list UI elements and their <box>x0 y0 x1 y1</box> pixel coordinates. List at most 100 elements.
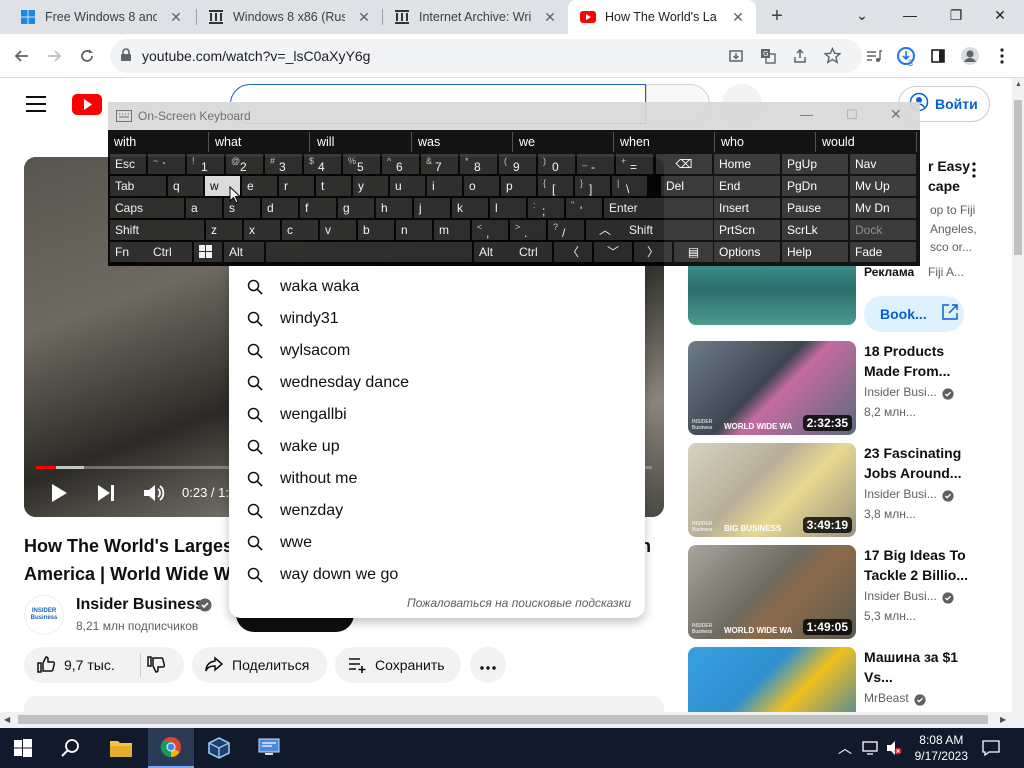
video-title[interactable]: 18 Products Made From... <box>864 341 974 381</box>
osk-key-g[interactable]: g <box>338 198 374 218</box>
osk-key-j[interactable]: j <box>414 198 450 218</box>
bookmark-star-icon[interactable] <box>823 46 842 69</box>
ad-book-button[interactable]: Book... <box>864 296 964 332</box>
osk-key-nav-0-2[interactable]: Nav <box>850 154 916 174</box>
browser-menu-kebab-icon[interactable] <box>990 44 1014 68</box>
channel-avatar[interactable]: INSIDER Business <box>24 595 64 635</box>
file-explorer-icon[interactable] <box>98 728 144 768</box>
osk-key-row1-5[interactable]: % 5 <box>343 154 380 174</box>
osk-key-row4-9[interactable]: ? / <box>548 220 584 240</box>
osk-key-nav-0-1[interactable]: PgUp <box>782 154 848 174</box>
osk-key-d[interactable]: d <box>262 198 298 218</box>
suggestion-item[interactable]: wednesday dance <box>229 367 645 399</box>
osk-key-i[interactable]: i <box>427 176 462 196</box>
osk-key-backspace[interactable]: ⌫ <box>656 154 712 174</box>
osk-key-ctrl-left[interactable]: Ctrl <box>148 242 192 262</box>
osk-key-del[interactable]: Del <box>661 176 713 196</box>
osk-key-row2-10[interactable]: {[ <box>538 176 573 196</box>
video-thumbnail[interactable] <box>688 647 856 712</box>
next-video-icon[interactable] <box>97 484 115 507</box>
osk-key-b[interactable]: b <box>358 220 394 240</box>
recommended-video-2[interactable]: BIG BUSINESS INSIDER Business 3:49:19 23… <box>688 443 1008 539</box>
osk-key-a[interactable]: a <box>186 198 222 218</box>
osk-key-right-arrow[interactable]: 〉 <box>634 242 672 262</box>
recommended-video-4[interactable]: Машина за $1 Vs... MrBeast <box>688 647 1008 712</box>
osk-key-row1-12[interactable]: + = <box>616 154 653 174</box>
osk-key-nav-3-2[interactable]: Dock <box>850 220 916 240</box>
close-window-icon[interactable]: ✕ <box>986 4 1014 26</box>
osk-prediction-3[interactable]: will <box>311 132 412 152</box>
start-button[interactable] <box>0 728 46 768</box>
close-tab-icon[interactable]: ✕ <box>542 9 558 25</box>
osk-key-nav-4-1[interactable]: Help <box>782 242 848 262</box>
osk-key-o[interactable]: o <box>464 176 499 196</box>
osk-key-row3-9[interactable]: :; <box>528 198 564 218</box>
osk-key-shift-right[interactable]: Shift <box>624 220 713 240</box>
suggestion-item[interactable]: way down we go <box>229 559 645 591</box>
osk-key-t[interactable]: t <box>316 176 351 196</box>
osk-key-z[interactable]: z <box>206 220 242 240</box>
channel-name[interactable]: Insider Business <box>76 596 204 614</box>
tray-chevron-icon[interactable]: ︿ <box>838 738 852 758</box>
suggestion-item[interactable]: wake up <box>229 431 645 463</box>
osk-key-n[interactable]: n <box>396 220 432 240</box>
osk-key-row1-1[interactable]: ! 1 <box>187 154 224 174</box>
osk-prediction-6[interactable]: when <box>614 132 715 152</box>
osk-key-row1-3[interactable]: #3 <box>265 154 302 174</box>
osk-key-nav-2-1[interactable]: Pause <box>782 198 848 218</box>
minimize-icon[interactable]: — <box>896 4 924 26</box>
osk-key-row2-12[interactable]: | \ <box>612 176 647 196</box>
suggestion-item[interactable]: wylsacom <box>229 335 645 367</box>
install-app-icon[interactable] <box>728 48 744 69</box>
osk-key-row1-11[interactable]: _ - <box>577 154 614 174</box>
osk-key-y[interactable]: y <box>353 176 388 196</box>
osk-key-q[interactable]: q <box>168 176 203 196</box>
more-actions-button[interactable] <box>470 647 506 683</box>
osk-key-row1-0[interactable]: ~ ` <box>148 154 185 174</box>
chrome-taskbar-icon[interactable] <box>148 728 194 768</box>
suggestion-item[interactable]: without me <box>229 463 645 495</box>
video-channel[interactable]: Insider Busi... <box>864 487 937 501</box>
scroll-left-arrow-icon[interactable]: ◀ <box>4 715 10 724</box>
suggestion-item[interactable]: wengallbi <box>229 399 645 431</box>
osk-key-row2-11[interactable]: }] <box>575 176 610 196</box>
osk-key-row4-8[interactable]: >. <box>510 220 546 240</box>
hamburger-menu-icon[interactable] <box>26 96 46 112</box>
taskbar-clock[interactable]: 8:08 AM 9/17/2023 <box>915 732 968 764</box>
osk-key-nav-0-0[interactable]: Home <box>714 154 780 174</box>
ad-thumbnail[interactable] <box>688 266 856 325</box>
video-channel[interactable]: Insider Busi... <box>864 385 937 399</box>
osk-key-f[interactable]: f <box>300 198 336 218</box>
osk-prediction-2[interactable]: what <box>209 132 310 152</box>
osk-key-row3-10[interactable]: " ' <box>566 198 602 218</box>
new-tab-button[interactable]: + <box>766 6 788 28</box>
osk-key-alt-left[interactable]: Alt <box>224 242 264 262</box>
osk-key-nav-1-1[interactable]: PgDn <box>782 176 848 196</box>
osk-key-p[interactable]: p <box>501 176 536 196</box>
recommended-video-1[interactable]: WORLD WIDE WA INSIDER Business 2:32:35 1… <box>688 341 1008 437</box>
osk-key-shift-left[interactable]: Shift <box>110 220 204 240</box>
osk-key-nav-2-2[interactable]: Mv Dn <box>850 198 916 218</box>
osk-key-tab[interactable]: Tab <box>110 176 166 196</box>
volume-muted-icon[interactable] <box>886 740 902 761</box>
osk-key-e[interactable]: e <box>242 176 277 196</box>
osk-key-enter[interactable]: Enter <box>604 198 713 218</box>
media-control-icon[interactable] <box>862 44 886 68</box>
ad-title-line1[interactable]: r Easy <box>928 158 970 174</box>
osk-key-menu[interactable]: ▤ <box>674 242 713 262</box>
suggestion-item[interactable]: wenzday <box>229 495 645 527</box>
network-icon[interactable] <box>862 740 880 761</box>
close-tab-icon[interactable]: ✕ <box>730 9 746 25</box>
back-arrow-icon[interactable] <box>10 44 34 68</box>
osk-close-icon[interactable]: ✕ <box>890 106 902 123</box>
osk-prediction-5[interactable]: we <box>513 132 614 152</box>
browser-tab-2[interactable]: Windows 8 x86 (Russia ✕ <box>196 0 382 34</box>
lock-icon[interactable] <box>120 48 132 67</box>
osk-key-row1-4[interactable]: $4 <box>304 154 341 174</box>
osk-key-nav-2-0[interactable]: Insert <box>714 198 780 218</box>
osk-prediction-4[interactable]: was <box>412 132 513 152</box>
virtualbox-icon[interactable] <box>196 728 242 768</box>
osk-key-row1-8[interactable]: * 8 <box>460 154 497 174</box>
osk-maximize-icon[interactable]: ☐ <box>846 107 858 123</box>
osk-key-space[interactable] <box>266 242 472 262</box>
